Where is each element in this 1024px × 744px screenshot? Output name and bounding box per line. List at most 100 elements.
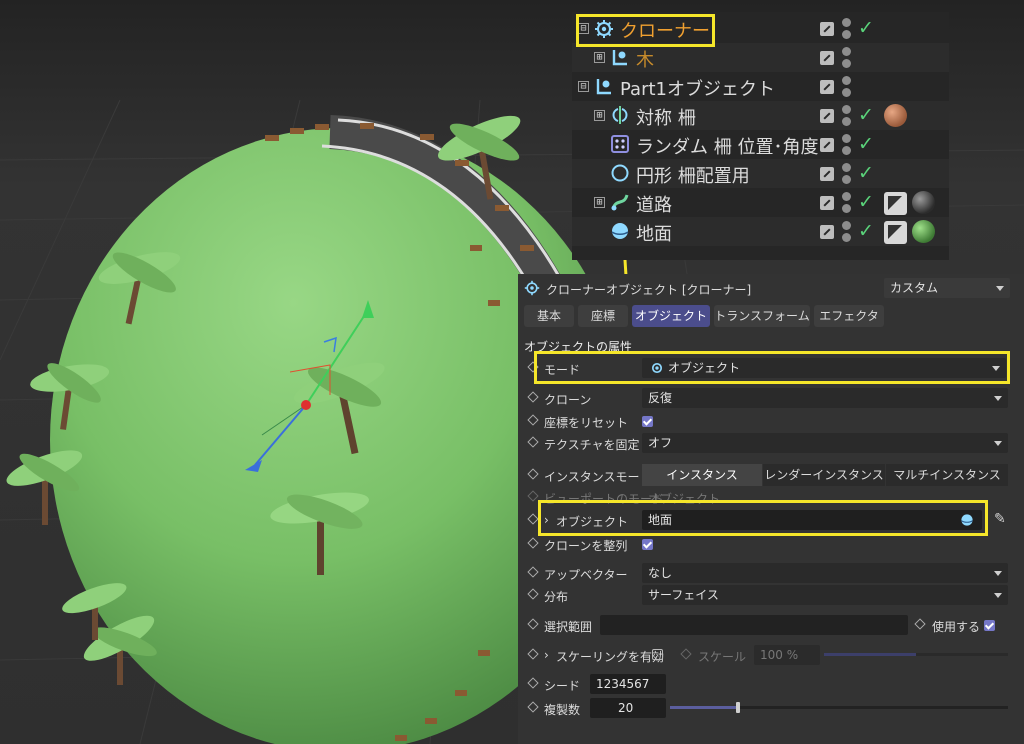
keyframe-icon[interactable] [527, 537, 539, 549]
check-icon[interactable]: ✓ [858, 191, 874, 213]
instance-mode-multi-instance[interactable]: マルチインスタンス [886, 464, 1008, 486]
keyframe-icon [680, 648, 692, 660]
check-icon[interactable]: ✓ [858, 133, 874, 155]
selection-row: 選択範囲 使用する [518, 614, 1024, 636]
up-vector-dropdown[interactable]: なし [642, 563, 1008, 583]
edit-icon[interactable] [820, 80, 834, 94]
fix-texture-value: オフ [648, 436, 673, 450]
keyframe-icon[interactable] [527, 414, 539, 426]
check-icon[interactable]: ✓ [858, 162, 874, 184]
tab-coordinates[interactable]: 座標 [578, 305, 628, 327]
reset-coords-label: 座標をリセット [544, 416, 629, 430]
visibility-dots-icon[interactable] [842, 192, 852, 214]
fix-texture-dropdown[interactable]: オフ [642, 433, 1008, 453]
null-icon [610, 47, 630, 67]
pick-icon[interactable]: ✎ [994, 511, 1006, 527]
scaling-row: › スケーリングを有効 スケール 100 % [518, 644, 1024, 666]
visibility-dots-icon[interactable] [842, 105, 852, 127]
chevron-down-icon [996, 286, 1004, 291]
edit-icon[interactable] [820, 22, 834, 36]
clone-dropdown[interactable]: 反復 [642, 388, 1008, 408]
tab-transform[interactable]: トランスフォーム [714, 305, 810, 327]
fix-texture-row: テクスチャを固定 オフ [518, 432, 1024, 454]
visibility-dots-icon[interactable] [842, 76, 852, 98]
object-row-circle-spline[interactable]: 円形 柵配置用 ✓ [572, 159, 949, 188]
up-vector-value: なし [648, 566, 673, 580]
edit-icon[interactable] [820, 167, 834, 181]
uv-tag-icon[interactable] [884, 192, 907, 215]
count-field[interactable]: 20 [590, 698, 666, 718]
visibility-dots-icon[interactable] [842, 221, 852, 243]
visibility-dots-icon[interactable] [842, 47, 852, 69]
expand-icon[interactable]: ⊞ [594, 197, 605, 208]
attribute-title: クローナーオブジェクト [クローナー] [546, 283, 752, 297]
check-icon[interactable]: ✓ [858, 17, 874, 39]
clone-label: クローン [544, 393, 592, 407]
selection-field[interactable] [600, 615, 908, 635]
uv-tag-icon[interactable] [884, 221, 907, 244]
keyframe-icon[interactable] [527, 391, 539, 403]
edit-icon[interactable] [820, 225, 834, 239]
preset-dropdown[interactable]: カスタム [884, 278, 1010, 298]
instance-mode-instance[interactable]: インスタンス [642, 464, 762, 486]
preset-value: カスタム [890, 281, 939, 295]
expand-arrow-icon[interactable]: › [544, 648, 549, 662]
keyframe-icon[interactable] [527, 648, 539, 660]
keyframe-icon[interactable] [527, 618, 539, 630]
visibility-dots-icon[interactable] [842, 163, 852, 185]
keyframe-icon[interactable] [914, 618, 926, 630]
use-checkbox[interactable] [984, 620, 995, 631]
object-row-road[interactable]: ⊞ 道路 ✓ [572, 188, 949, 217]
object-row-tree[interactable]: ⊞ 木 [572, 43, 949, 72]
edit-icon[interactable] [820, 109, 834, 123]
keyframe-icon[interactable] [527, 701, 539, 713]
material-tag-icon[interactable] [912, 191, 935, 214]
keyframe-icon[interactable] [527, 588, 539, 600]
distribution-dropdown[interactable]: サーフェイス [642, 585, 1008, 605]
visibility-dots-icon[interactable] [842, 18, 852, 40]
count-value: 20 [618, 701, 634, 715]
tab-object[interactable]: オブジェクト [632, 305, 710, 327]
count-row: 複製数 20 [518, 697, 1024, 719]
selection-label: 選択範囲 [544, 620, 593, 634]
edit-icon[interactable] [820, 196, 834, 210]
reset-coords-checkbox[interactable] [642, 416, 653, 427]
instance-mode-render-instance[interactable]: レンダーインスタンス [763, 464, 885, 486]
object-row-symmetry-fence[interactable]: ⊞ 対称 柵 ✓ [572, 101, 949, 130]
tab-basic[interactable]: 基本 [524, 305, 574, 327]
count-slider[interactable] [670, 702, 1008, 713]
seed-field[interactable]: 1234567 [590, 674, 666, 694]
collapse-icon[interactable]: ⊟ [578, 81, 589, 92]
keyframe-icon[interactable] [527, 513, 539, 525]
check-icon[interactable]: ✓ [858, 220, 874, 242]
count-slider-handle[interactable] [735, 702, 740, 713]
edit-icon[interactable] [820, 138, 834, 152]
object-row-part1[interactable]: ⊟ Part1オブジェクト [572, 72, 949, 101]
object-name: 対称 柵 [636, 108, 696, 129]
keyframe-icon[interactable] [527, 436, 539, 448]
sphere-icon [610, 221, 630, 241]
align-clones-label: クローンを整列 [544, 539, 628, 553]
object-name: Part1オブジェクト [620, 79, 775, 100]
align-clones-checkbox[interactable] [642, 539, 653, 550]
symmetry-icon [610, 105, 630, 125]
random-icon [610, 134, 630, 154]
chevron-down-icon [994, 593, 1002, 598]
material-tag-icon[interactable] [912, 220, 935, 243]
tab-effectors[interactable]: エフェクタ [814, 305, 884, 327]
material-tag-icon[interactable] [884, 104, 907, 127]
expand-icon[interactable]: ⊞ [594, 110, 605, 121]
keyframe-icon[interactable] [527, 468, 539, 480]
edit-icon[interactable] [820, 51, 834, 65]
scale-value: 100 % [760, 648, 799, 662]
visibility-dots-icon[interactable] [842, 134, 852, 156]
object-row-random-fence[interactable]: ランダム 柵 位置･角度 ✓ [572, 130, 949, 159]
object-row-ground[interactable]: 地面 ✓ [572, 217, 949, 246]
keyframe-icon[interactable] [527, 677, 539, 689]
check-icon[interactable]: ✓ [858, 104, 874, 126]
scaling-checkbox[interactable] [652, 649, 663, 660]
scaling-label: スケーリングを有効 [556, 650, 665, 664]
highlight-object [538, 500, 988, 536]
expand-icon[interactable]: ⊞ [594, 52, 605, 63]
keyframe-icon[interactable] [527, 566, 539, 578]
